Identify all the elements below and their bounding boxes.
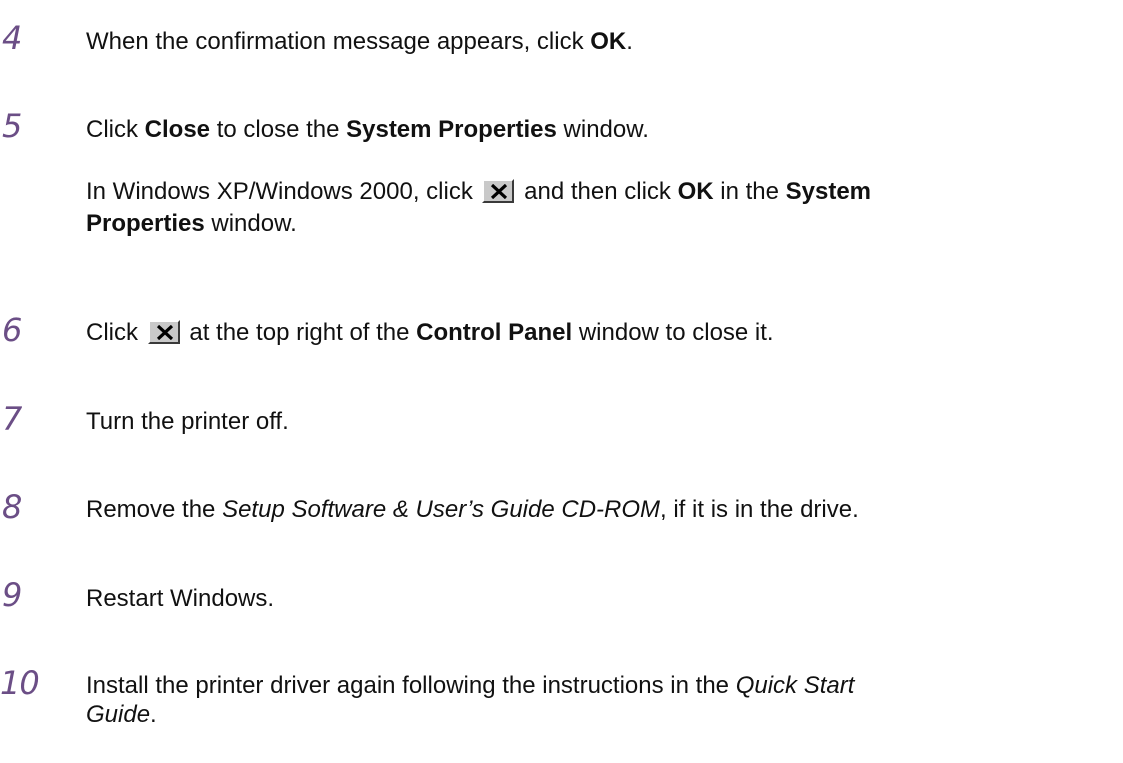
- text-run: .: [150, 701, 157, 728]
- text-run: , if it is in the drive.: [660, 496, 859, 523]
- step-number: 7: [2, 400, 23, 438]
- text-run: window to close it.: [572, 319, 774, 346]
- text-run: at the top right of the: [182, 319, 417, 346]
- guide-title: Guide: [86, 701, 151, 728]
- step-note: In Windows XP/Windows 2000, click and th…: [86, 176, 1116, 240]
- text-run: and then click: [517, 178, 678, 205]
- text-run: Restart Windows.: [86, 585, 275, 612]
- close-label: Close: [144, 116, 211, 143]
- cd-rom-title: Setup Software & User’s Guide CD-ROM: [222, 496, 661, 523]
- text-run: window.: [204, 210, 297, 237]
- text-run: Install the printer driver again followi…: [86, 672, 736, 699]
- close-x-icon: [482, 179, 515, 203]
- step-number: 5: [2, 107, 23, 145]
- text-run: .: [626, 28, 633, 55]
- step-text: Click Close to close the System Properti…: [86, 115, 1116, 144]
- system-properties-label: System Properties: [346, 116, 557, 143]
- text-run: to close the: [210, 116, 347, 143]
- text-run: Turn the printer off.: [86, 408, 289, 435]
- step-text: Turn the printer off.: [86, 407, 1116, 436]
- text-run: Click: [86, 319, 145, 346]
- text-run: In Windows XP/Windows 2000, click: [86, 178, 480, 205]
- step-text: Restart Windows.: [86, 584, 1116, 613]
- ok-label: OK: [677, 178, 714, 205]
- step-number: 9: [2, 576, 23, 614]
- step-number: 10: [0, 664, 40, 702]
- step-number: 6: [2, 311, 23, 349]
- quick-start-title: Quick Start: [735, 672, 855, 699]
- system-label: System: [785, 178, 872, 205]
- text-run: Click: [86, 116, 145, 143]
- text-run: Remove the: [86, 496, 223, 523]
- properties-label: Properties: [86, 210, 205, 237]
- text-run: When the confirmation message appears, c…: [86, 28, 591, 55]
- ok-label: OK: [590, 28, 627, 55]
- step-text: Remove the Setup Software & User’s Guide…: [86, 495, 1116, 524]
- text-run: in the: [713, 178, 786, 205]
- step-number: 4: [2, 19, 23, 57]
- text-run: window.: [556, 116, 649, 143]
- step-text: When the confirmation message appears, c…: [86, 27, 1116, 56]
- step-number: 8: [2, 488, 23, 526]
- step-text: Click at the top right of the Control Pa…: [86, 318, 1116, 347]
- close-x-icon: [147, 320, 180, 344]
- step-text: Install the printer driver again followi…: [86, 671, 1121, 729]
- control-panel-label: Control Panel: [416, 319, 573, 346]
